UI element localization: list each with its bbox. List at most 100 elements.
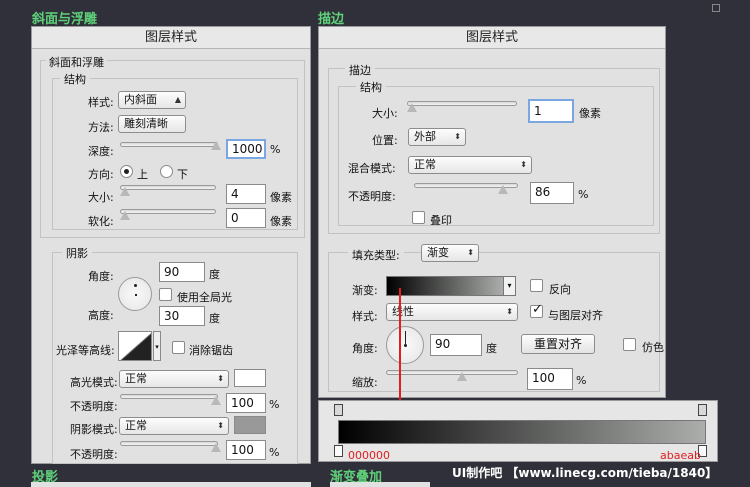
highlight-opacity-input[interactable]: 100 [226, 393, 266, 413]
angle-dial-center-icon [404, 344, 407, 347]
overprint-label: 叠印 [430, 214, 452, 227]
dialog-title: 图层样式 [319, 27, 665, 49]
gradient-angle-dial[interactable] [386, 326, 424, 364]
fill-type-label: 填充类型: [348, 247, 404, 263]
align-layer-label: 与图层对齐 [548, 309, 603, 322]
overprint-checkbox[interactable] [412, 211, 425, 224]
scale-label: 缩放: [352, 376, 378, 389]
position-select[interactable]: 外部 ⬍ [408, 128, 466, 146]
anti-alias-checkbox[interactable] [172, 341, 185, 354]
soften-input[interactable]: 0 [226, 208, 266, 228]
shadow-mode-label: 阴影模式: [70, 423, 118, 436]
dialog-title: 图层样式 [32, 27, 310, 49]
blend-mode-select[interactable]: 正常 ⬍ [408, 156, 532, 174]
direction-up-label: 上 [137, 168, 148, 181]
direction-up-radio[interactable] [120, 165, 133, 178]
updown-arrow-icon: ⬍ [467, 248, 474, 257]
highlight-mode-value: 正常 [125, 372, 147, 385]
corner-icon [712, 4, 720, 12]
opacity-stop-end-icon[interactable] [698, 404, 707, 416]
highlight-opacity-unit: % [269, 398, 280, 411]
highlight-opacity-thumb[interactable] [211, 396, 221, 405]
reverse-checkbox[interactable] [530, 279, 543, 292]
gloss-contour-label: 光泽等高线: [56, 344, 115, 357]
gradient-style-select[interactable]: 线性 ⬍ [386, 303, 518, 321]
size-input[interactable]: 4 [226, 184, 266, 204]
gradient-style-label: 样式: [352, 310, 378, 323]
gradient-picker[interactable] [386, 276, 504, 296]
gradient-dropdown-icon[interactable]: ▾ [503, 276, 516, 296]
shadow-dialog-top-edge [31, 482, 311, 487]
structure-title: 结构 [60, 71, 90, 87]
size-slider-track[interactable] [120, 185, 216, 190]
shadow-opacity-thumb[interactable] [211, 443, 221, 452]
updown-arrow-icon: ⬍ [217, 374, 224, 383]
gradient-angle-unit: 度 [486, 342, 497, 355]
altitude-label: 高度: [88, 309, 114, 322]
shadow-color-swatch[interactable] [234, 416, 266, 434]
highlight-opacity-track[interactable] [120, 394, 218, 399]
bevel-group-title: 斜面和浮雕 [46, 54, 107, 70]
opacity-stop-start-icon[interactable] [334, 404, 343, 416]
watermark: UI制作吧 【www.linecg.com/tieba/1840】 [452, 466, 718, 480]
updown-arrow-icon: ⬍ [520, 160, 527, 169]
dither-checkbox[interactable] [623, 338, 636, 351]
reset-align-button[interactable]: 重置对齐 [521, 334, 595, 354]
style-label: 样式: [88, 96, 114, 109]
gradient-angle-label: 角度: [352, 342, 378, 355]
stroke-structure-title: 结构 [356, 79, 386, 95]
shadow-opacity-track[interactable] [120, 441, 218, 446]
scale-unit: % [576, 374, 587, 387]
bevel-style-value: 内斜面 [124, 93, 157, 106]
depth-label: 深度: [88, 145, 114, 158]
stroke-size-track[interactable] [407, 101, 517, 106]
direction-down-radio[interactable] [160, 165, 173, 178]
shadow-mode-select[interactable]: 正常 ⬍ [119, 417, 229, 435]
align-layer-checkbox[interactable]: ✓ [530, 302, 543, 318]
global-light-label: 使用全局光 [177, 291, 232, 304]
global-light-checkbox[interactable] [159, 288, 172, 301]
soften-slider-thumb[interactable] [120, 211, 130, 220]
scale-input[interactable]: 100 [527, 368, 573, 390]
angle-dial[interactable] [118, 277, 152, 311]
fill-type-select[interactable]: 渐变 ⬍ [421, 244, 479, 262]
highlight-color-swatch[interactable] [234, 369, 266, 387]
gradient-label: 渐变: [352, 284, 378, 297]
method-value: 雕刻清晰 [124, 117, 168, 130]
soften-label: 软化: [88, 215, 114, 228]
scale-track[interactable] [386, 370, 518, 375]
gloss-contour-preview[interactable] [118, 331, 152, 361]
angle-unit: 度 [209, 268, 220, 281]
color-stop-start-icon[interactable] [334, 445, 343, 457]
stroke-size-thumb[interactable] [407, 103, 417, 112]
depth-slider-track[interactable] [120, 142, 218, 147]
shadow-opacity-unit: % [269, 446, 280, 459]
method-select[interactable]: 雕刻清晰 [118, 115, 186, 133]
soften-slider-track[interactable] [120, 209, 216, 214]
depth-slider-thumb[interactable] [211, 141, 221, 150]
stroke-group-title: 描边 [345, 62, 375, 78]
size-slider-thumb[interactable] [120, 187, 130, 196]
direction-down-label: 下 [177, 168, 188, 181]
stroke-size-input[interactable]: 1 [528, 99, 574, 123]
gradient-angle-input[interactable]: 90 [430, 334, 482, 356]
shadow-opacity-label: 不透明度: [70, 448, 118, 461]
angle-input[interactable]: 90 [159, 262, 205, 282]
stroke-opacity-input[interactable]: 86 [530, 182, 574, 204]
gradient-editor-bar[interactable] [338, 420, 706, 444]
stroke-size-label: 大小: [372, 107, 398, 120]
shadow-mode-value: 正常 [125, 419, 147, 432]
highlight-mode-select[interactable]: 正常 ⬍ [119, 370, 229, 388]
altitude-input[interactable]: 30 [159, 306, 205, 326]
position-label: 位置: [372, 134, 398, 147]
shadow-opacity-input[interactable]: 100 [226, 440, 266, 460]
depth-input[interactable]: 1000 [226, 139, 266, 159]
dither-label: 仿色 [642, 341, 664, 354]
stroke-opacity-thumb[interactable] [498, 185, 508, 194]
size-unit: 像素 [270, 191, 292, 204]
contour-dropdown-arrow-icon[interactable]: ▾ [153, 331, 161, 361]
angle-dial-needle-icon [405, 331, 406, 345]
bevel-style-select[interactable]: 内斜面 ▲ [118, 91, 186, 109]
highlight-opacity-label: 不透明度: [70, 400, 118, 413]
scale-thumb[interactable] [457, 372, 467, 381]
